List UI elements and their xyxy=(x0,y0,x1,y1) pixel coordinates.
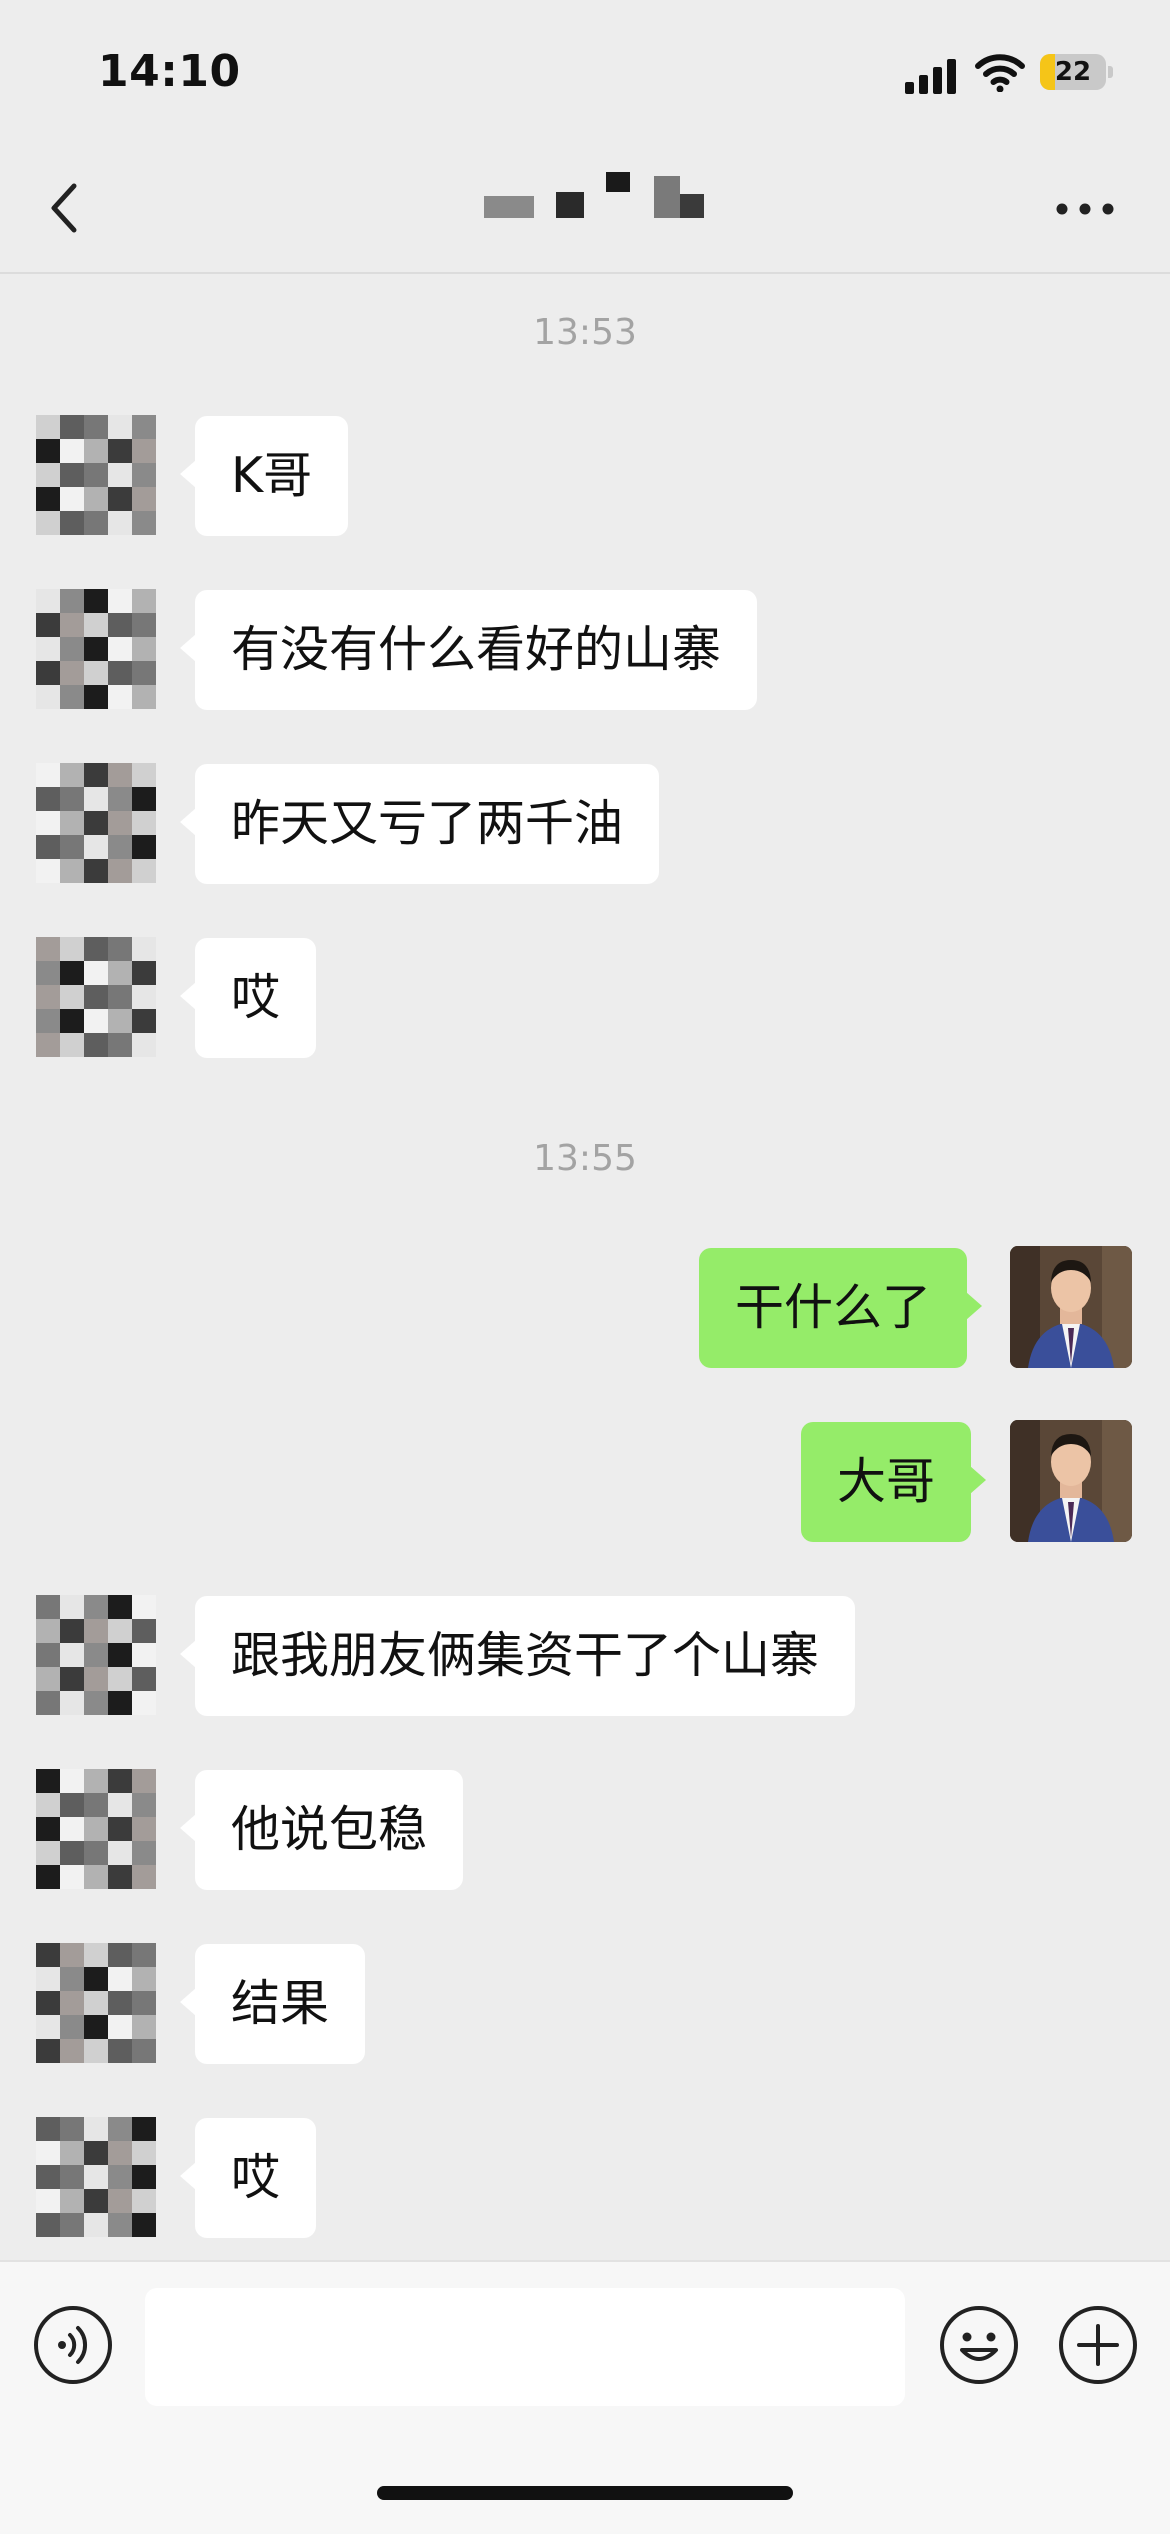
contact-avatar[interactable] xyxy=(35,414,157,536)
battery-level: 22 xyxy=(1054,57,1092,87)
my-avatar[interactable] xyxy=(1010,1420,1132,1542)
message-bubble[interactable]: 结果 xyxy=(179,1944,366,2064)
contact-avatar[interactable] xyxy=(35,2116,157,2238)
message-input[interactable] xyxy=(145,2288,905,2406)
wifi-icon xyxy=(975,54,1025,92)
battery-charging-icon: 22 xyxy=(1040,54,1113,90)
more-dots-icon[interactable] xyxy=(1055,202,1115,216)
message-bubble[interactable]: 大哥 xyxy=(801,1422,987,1542)
voice-icon[interactable] xyxy=(32,2304,114,2386)
my-avatar[interactable] xyxy=(1010,1246,1132,1368)
contact-avatar[interactable] xyxy=(35,762,157,884)
plus-icon[interactable] xyxy=(1057,2304,1139,2386)
contact-avatar[interactable] xyxy=(35,1594,157,1716)
message-bubble[interactable]: 跟我朋友俩集资干了个山寨 xyxy=(179,1596,856,1716)
emoji-icon[interactable] xyxy=(938,2304,1020,2386)
chevron-left-icon[interactable] xyxy=(40,178,90,238)
signal-icon xyxy=(905,59,956,94)
chat-area[interactable]: 13:53 K哥 有没有什么看好的山寨 昨天又亏了两千油 哎 13:55 干什么… xyxy=(0,272,1170,2260)
contact-avatar[interactable] xyxy=(35,1942,157,2064)
message-bubble[interactable]: 哎 xyxy=(179,2118,317,2238)
contact-avatar[interactable] xyxy=(35,1768,157,1890)
contact-avatar[interactable] xyxy=(35,936,157,1058)
timestamp: 13:55 xyxy=(533,1138,637,1179)
message-bubble[interactable]: K哥 xyxy=(179,416,349,536)
message-bubble[interactable]: 昨天又亏了两千油 xyxy=(179,764,660,884)
status-bar: 14:10 22 xyxy=(0,0,1170,150)
timestamp: 13:53 xyxy=(533,312,637,353)
input-bar xyxy=(0,2260,1170,2534)
status-time: 14:10 xyxy=(98,46,241,97)
home-indicator[interactable] xyxy=(377,2486,793,2500)
contact-avatar[interactable] xyxy=(35,588,157,710)
message-bubble[interactable]: 他说包稳 xyxy=(179,1770,464,1890)
chat-header xyxy=(0,150,1170,274)
message-bubble[interactable]: 有没有什么看好的山寨 xyxy=(179,590,758,710)
message-bubble[interactable]: 哎 xyxy=(179,938,317,1058)
chat-title-redacted xyxy=(484,170,704,240)
message-bubble[interactable]: 干什么了 xyxy=(699,1248,983,1368)
